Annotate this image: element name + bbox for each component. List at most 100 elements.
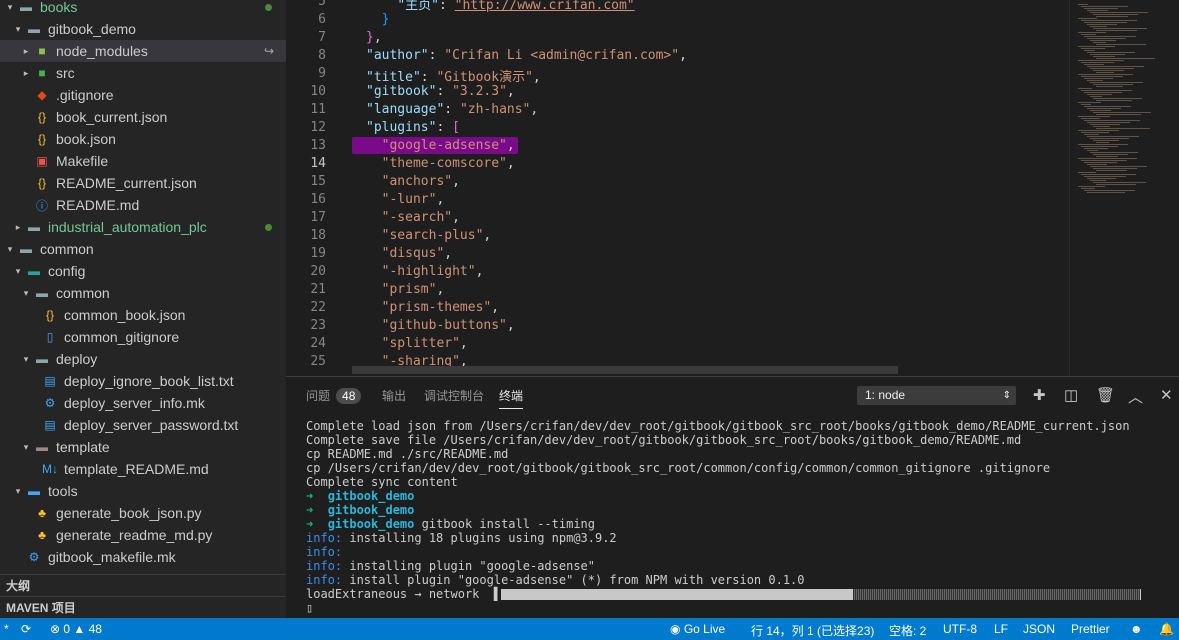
tree-item[interactable]: ▸ ■ node_modules ↪ [0, 40, 286, 62]
minimap-line [1084, 50, 1095, 51]
tree-item[interactable]: {} book.json [0, 128, 286, 150]
split-terminal-icon[interactable]: ◫ [1064, 386, 1078, 404]
tree-item[interactable]: ▯ common_gitignore [0, 326, 286, 348]
code-line: "search-plus", [366, 228, 492, 243]
plus-icon[interactable]: ✚ [1033, 386, 1046, 404]
tree-item-label: common_book.json [64, 307, 186, 323]
indentation[interactable]: 空格: 2 [889, 622, 926, 639]
tree-item[interactable]: ♣ generate_readme_md.py [0, 524, 286, 546]
tree-item[interactable]: ▾ ▬ deploy [0, 348, 286, 370]
cursor-position[interactable]: 行 14，列 1 (已选择23) [751, 622, 874, 639]
maven-section[interactable]: MAVEN 项目 [0, 596, 286, 618]
folder-open-icon: ▬ [36, 440, 48, 454]
minimap-line [1084, 162, 1117, 163]
code-editor[interactable]: 5 "主页": "http://www.crifan.com" 6 } 7}, 8 "a… [286, 0, 1179, 376]
line-number: 13 [310, 138, 326, 153]
tree-item-label: common_gitignore [64, 329, 180, 345]
code-line: "google-adsense", [366, 138, 515, 153]
minimap-line [1081, 188, 1095, 189]
tab-debug-console[interactable]: 调试控制台 [424, 387, 484, 404]
terminal-line: Complete load json from /Users/crifan/de… [306, 419, 1130, 433]
tab-terminal[interactable]: 终端 [499, 387, 524, 409]
horizontal-scrollbar[interactable] [352, 366, 898, 374]
minimap-line [1084, 8, 1118, 9]
minimap-line [1093, 140, 1119, 141]
folder-open-icon: ▬ [36, 286, 48, 300]
tree-item[interactable]: {} book_current.json [0, 106, 286, 128]
chevron-up-icon[interactable]: ︿ [1128, 386, 1143, 407]
json-icon: {} [37, 110, 46, 124]
remote-icon[interactable]: * [4, 622, 9, 636]
terminal-info-line: info: [306, 545, 1141, 559]
tree-item[interactable]: M↓ template_README.md [0, 458, 286, 480]
terminal-select[interactable]: 1: node [857, 386, 1016, 405]
tree-item[interactable]: ▸ ■ src [0, 62, 286, 84]
terminal-output[interactable]: Complete load json from /Users/crifan/de… [306, 419, 1142, 615]
tree-item[interactable]: ⚙ gitbook_makefile.mk [0, 546, 286, 568]
bell-icon[interactable]: 🔔 [1159, 622, 1174, 636]
prompt-dir: gitbook_demo [327, 503, 415, 517]
tree-item[interactable]: ⓘ README.md [0, 194, 286, 216]
folder-icon: ▬ [28, 220, 40, 234]
minimap-line [1096, 100, 1132, 101]
tree-item[interactable]: {} common_book.json [0, 304, 286, 326]
minimap-line [1096, 156, 1118, 157]
tree-item[interactable]: {} README_current.json [0, 172, 286, 194]
tab-output[interactable]: 输出 [382, 387, 406, 404]
sync-icon[interactable]: ⟳ [21, 622, 31, 636]
file-icon: ▯ [46, 330, 54, 344]
minimap-line [1096, 184, 1136, 185]
code-line: "prism-themes", [366, 300, 500, 315]
chevron-down-icon: ▾ [23, 287, 29, 298]
go-live-button[interactable]: ◉ Go Live [670, 622, 725, 636]
problems-count-badge: 48 [336, 388, 362, 404]
minimap-line [1081, 76, 1123, 77]
tree-item-label: src [56, 65, 75, 81]
minimap[interactable] [1069, 0, 1179, 376]
tree-item[interactable]: ♣ generate_book_json.py [0, 502, 286, 524]
tree-item-label: Makefile [56, 153, 109, 169]
tree-item-label: gitbook_demo [48, 21, 136, 37]
git-status-dot [265, 223, 272, 231]
tree-item[interactable]: ▾ ▬ common [0, 282, 286, 304]
feedback-smiley-icon[interactable]: ☻ [1130, 622, 1143, 636]
trash-icon[interactable]: 🗑 [1096, 386, 1115, 404]
line-number: 17 [310, 210, 326, 225]
tree-item[interactable]: ◆ .gitignore [0, 84, 286, 106]
tree-item[interactable]: ▾ ▬ common [0, 238, 286, 260]
tree-item[interactable]: ▤ deploy_server_password.txt [0, 414, 286, 436]
tree-item[interactable]: ▾ ▬ template [0, 436, 286, 458]
minimap-line [1096, 114, 1141, 115]
line-number: 16 [310, 192, 326, 207]
tab-problems[interactable]: 问题 48 [306, 387, 362, 404]
minimap-line [1084, 148, 1108, 149]
tree-item[interactable]: ▸ ▬ industrial_automation_plc [0, 216, 286, 238]
minimap-line [1090, 26, 1107, 27]
line-number: 7 [318, 30, 326, 45]
minimap-line [1081, 104, 1091, 105]
language-mode[interactable]: JSON [1023, 622, 1055, 636]
code-line: "gitbook": "3.2.3", [366, 84, 515, 99]
end-of-line[interactable]: LF [994, 622, 1008, 636]
tree-item[interactable]: ▣ Makefile [0, 150, 286, 172]
tree-item[interactable]: ▾ ▬ config [0, 260, 286, 282]
tree-item-label: tools [48, 483, 78, 499]
code-line: "-search", [366, 210, 460, 225]
close-icon[interactable]: ✕ [1160, 386, 1173, 404]
info-text: installing plugin "google-adsense" [342, 559, 595, 573]
tree-item[interactable]: ⚙ deploy_server_info.mk [0, 392, 286, 414]
tree-item[interactable]: ▾ ▬ books [0, 0, 286, 18]
outline-section[interactable]: 大纲 [0, 574, 286, 596]
tree-item[interactable]: ▾ ▬ gitbook_demo [0, 18, 286, 40]
code-line: "language": "zh-hans", [366, 102, 539, 117]
tree-item[interactable]: ▾ ▬ tools [0, 480, 286, 502]
minimap-line [1090, 40, 1116, 41]
info-icon: ⓘ [35, 198, 48, 213]
info-tag: info: [306, 545, 343, 559]
line-number: 21 [310, 282, 326, 297]
prettier-status[interactable]: Prettier [1071, 622, 1110, 636]
encoding[interactable]: UTF-8 [943, 622, 977, 636]
minimap-line [1090, 96, 1102, 97]
problems-status[interactable]: ⊗ 0 ▲ 48 [50, 622, 102, 636]
tree-item[interactable]: ▤ deploy_ignore_book_list.txt [0, 370, 286, 392]
